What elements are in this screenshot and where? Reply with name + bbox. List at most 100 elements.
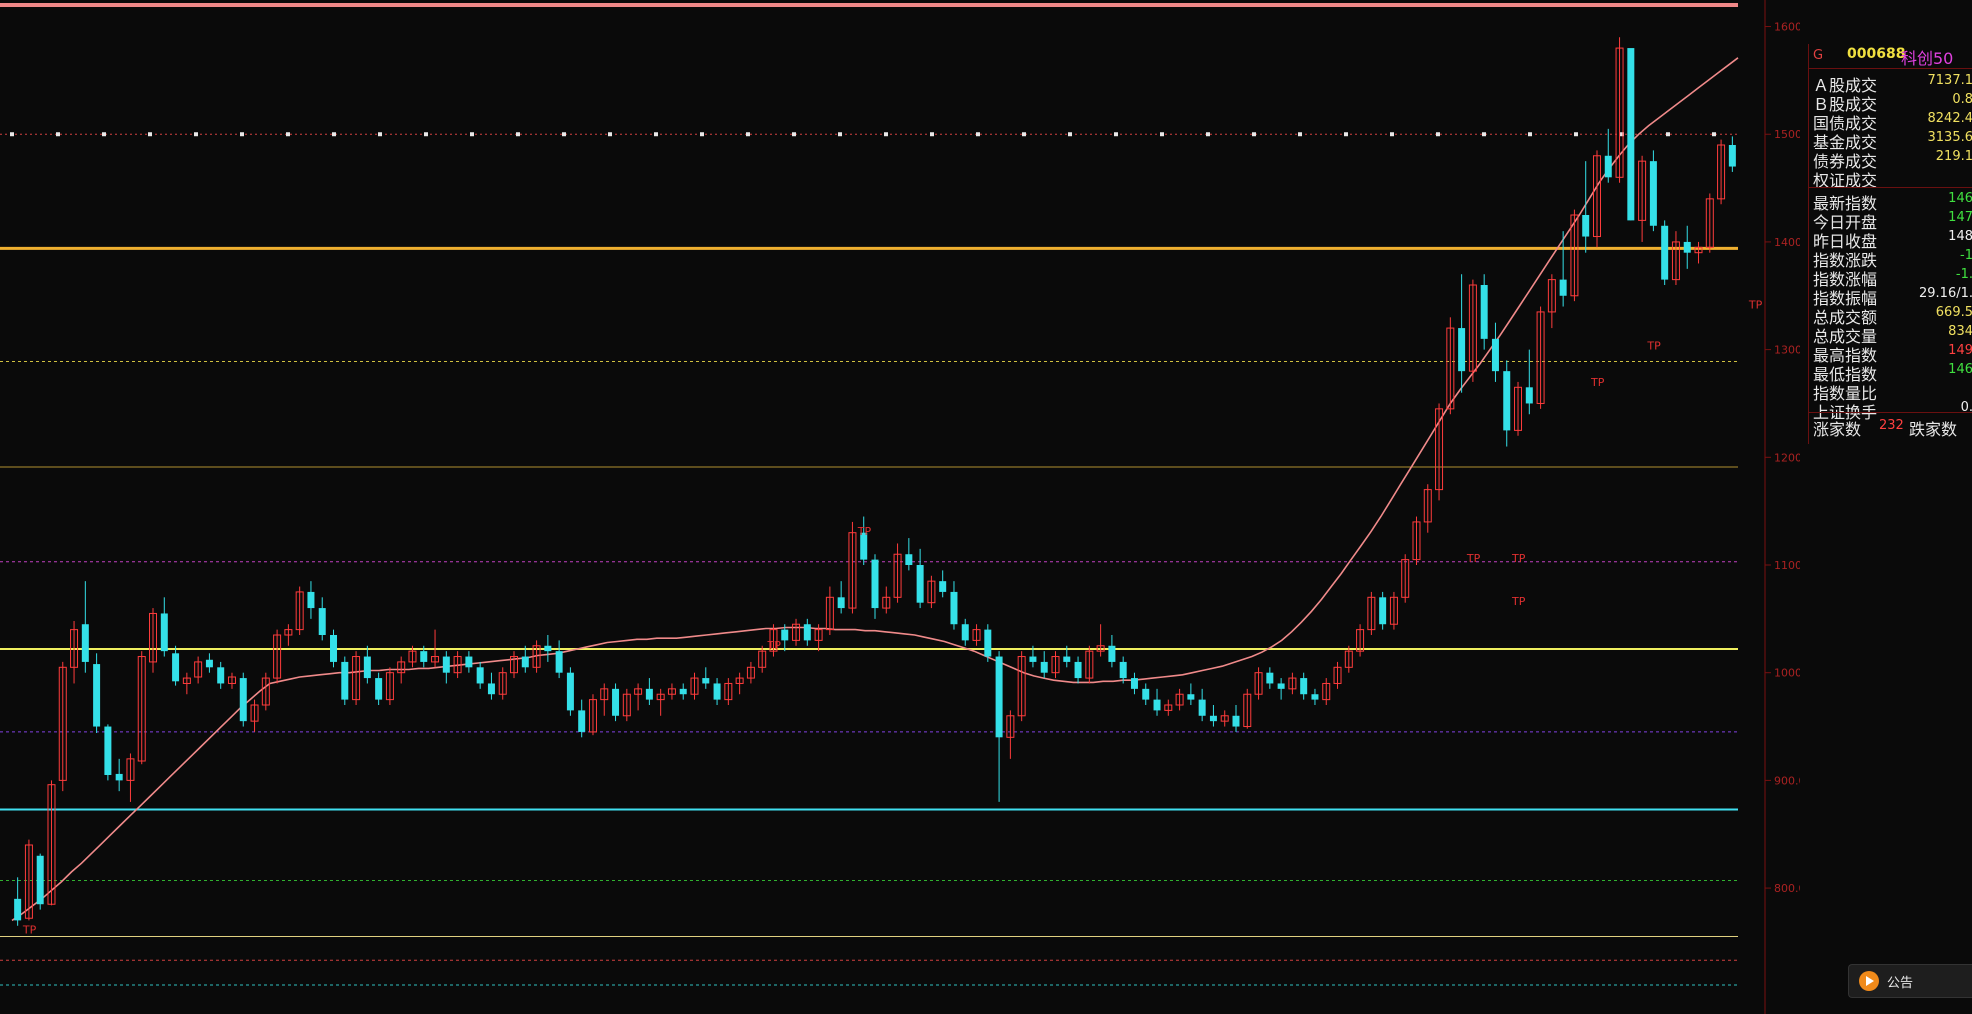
candle-body (36, 855, 44, 905)
tp-signal-label: TP (22, 923, 37, 936)
candle-body (318, 608, 326, 635)
moving-average-line (11, 57, 1739, 922)
candle-body (330, 635, 338, 662)
candle-body (1683, 241, 1691, 253)
candle-body (1458, 328, 1466, 372)
level-marker (1298, 132, 1302, 137)
candle-body (93, 664, 101, 727)
candle-body (1604, 155, 1612, 178)
level-marker (1666, 132, 1670, 137)
candle-body (1661, 225, 1669, 280)
level-marker (378, 132, 382, 137)
candle-body (205, 659, 213, 668)
info-row-value: 3135.6 (1927, 130, 1972, 145)
candle-body (115, 773, 123, 781)
info-row-value: 149 (1948, 343, 1972, 358)
candle-body (1074, 661, 1082, 679)
candle-body (837, 597, 845, 609)
level-marker (240, 132, 244, 137)
price-axis-label: 1000 (1774, 667, 1800, 680)
candle-body (1142, 688, 1150, 700)
index-code[interactable]: 000688 (1847, 46, 1905, 62)
level-marker (148, 132, 152, 137)
info-row: 指数振幅 29.16/1. (1809, 285, 1972, 308)
tp-signal-label: TP (1748, 299, 1763, 312)
candle-body (1649, 161, 1657, 226)
candle-body (1311, 694, 1319, 700)
level-marker (792, 132, 796, 137)
candle-body (172, 653, 180, 682)
info-row-value: 8242.4 (1927, 111, 1972, 126)
info-row-value: -1 (1960, 248, 1972, 263)
candle-body (1300, 678, 1308, 695)
candle-body (104, 726, 112, 775)
candle-body (1108, 645, 1116, 662)
info-row: 最新指数 146 (1809, 190, 1972, 213)
info-row-value: 7137.1 (1927, 73, 1972, 88)
candle-body (375, 678, 383, 700)
candle-body (465, 656, 473, 668)
notice-button[interactable]: 公告 (1848, 964, 1972, 998)
kline-chart-svg[interactable]: 1600 1500 1400 1300 1200 1100 1000 900.0 800.0 TP… (0, 0, 1800, 1014)
tp-signal-label: TP (1511, 595, 1526, 608)
level-marker (10, 132, 14, 137)
level-marker (976, 132, 980, 137)
info-row-value: 147 (1948, 210, 1972, 225)
candle-body (1198, 699, 1206, 716)
level-marker (424, 132, 428, 137)
level-marker (838, 132, 842, 137)
level-marker (470, 132, 474, 137)
level-marker (654, 132, 658, 137)
candle-body (1480, 285, 1488, 339)
price-axis-label: 1200 (1774, 451, 1800, 464)
info-row: 昨日收盘 148 (1809, 228, 1972, 251)
info-row: 今日开盘 147 (1809, 209, 1972, 232)
info-row: Ｂ股成交 0.8 (1809, 91, 1972, 114)
candle-body (1029, 656, 1037, 662)
info-row: 总成交额 669.5 (1809, 304, 1972, 327)
candle-body (160, 613, 168, 652)
level-marker (1022, 132, 1026, 137)
tp-signal-label: TP (1511, 552, 1526, 565)
candle-body (916, 565, 924, 603)
level-marker (930, 132, 934, 137)
candle-body (555, 651, 563, 673)
level-marker (1160, 132, 1164, 137)
level-marker (608, 132, 612, 137)
level-marker (1528, 132, 1532, 137)
candle-body (1153, 699, 1161, 711)
candle-body (544, 645, 552, 652)
candle-body (905, 554, 913, 565)
info-row-value: 669.5 (1935, 305, 1972, 320)
level-marker (746, 132, 750, 137)
info-row-value: 29.16/1. (1919, 286, 1972, 301)
candle-body (476, 667, 484, 684)
level-marker (1390, 132, 1394, 137)
candle-body (995, 656, 1003, 738)
price-axis-label: 1300 (1774, 344, 1800, 357)
level-marker (1344, 132, 1348, 137)
info-row: 债券成交 219.1 (1809, 148, 1972, 171)
level-marker (516, 132, 520, 137)
kline-chart[interactable]: 1600 1500 1400 1300 1200 1100 1000 900.0 800.0 TP… (0, 0, 1800, 1014)
level-marker (1574, 132, 1578, 137)
level-marker (884, 132, 888, 137)
candle-body (487, 683, 495, 695)
price-axis-label: 1600 (1774, 21, 1800, 34)
candle-body (1525, 387, 1533, 404)
candle-body (984, 629, 992, 657)
level-marker (1482, 132, 1486, 137)
level-marker (102, 132, 106, 137)
level-marker (1114, 132, 1118, 137)
index-name[interactable]: 科创50 (1901, 45, 1953, 69)
candle-body (781, 629, 789, 641)
candle-body (950, 591, 958, 625)
candle-body (1187, 694, 1195, 700)
info-row-value: 0.8 (1952, 92, 1972, 107)
candle-body (1119, 661, 1127, 679)
candle-body (679, 688, 687, 695)
info-row: 最高指数 149 (1809, 342, 1972, 365)
candle-body (1040, 661, 1048, 673)
candle-body (803, 624, 811, 641)
up-count-value: 232 (1879, 418, 1904, 433)
